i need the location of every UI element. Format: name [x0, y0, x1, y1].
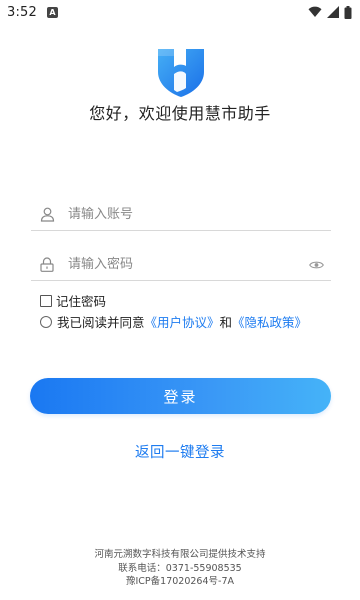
- notification-icon: A: [47, 6, 58, 18]
- status-bar: 3:52 A: [0, 0, 360, 24]
- one-click-login-link[interactable]: 返回一键登录: [0, 441, 360, 462]
- agreement-radio[interactable]: [40, 315, 52, 328]
- signal-icon: [327, 6, 339, 18]
- login-button[interactable]: 登录: [30, 378, 331, 414]
- password-input[interactable]: [68, 250, 309, 279]
- agreement-conjunction: 和: [219, 315, 233, 330]
- welcome-text: 您好，欢迎使用慧市助手: [89, 104, 271, 123]
- login-screen: 3:52 A 您好，欢迎使用慧市助手 请输入账号 记住密码 我已阅读并同意 《用…: [0, 0, 360, 600]
- app-logo: [155, 44, 207, 98]
- user-icon: [39, 207, 55, 223]
- status-icons: [308, 5, 352, 19]
- wifi-icon: [308, 6, 322, 17]
- account-field[interactable]: [31, 199, 331, 231]
- password-field[interactable]: [31, 249, 331, 281]
- footer-support: 河南元溯数字科技有限公司提供技术支持: [94, 549, 266, 560]
- remember-checkbox[interactable]: [40, 294, 52, 307]
- user-agreement-link[interactable]: 《用户协议》: [145, 312, 220, 331]
- footer-phone: 联系电话：0371-55908535: [118, 562, 242, 574]
- battery-icon: [344, 5, 352, 19]
- agreement-prefix: 我已阅读并同意: [57, 315, 145, 330]
- remember-label: 记住密码: [56, 294, 107, 309]
- footer-icp: 豫ICP备17020264号-7A: [126, 576, 234, 587]
- lock-icon: [39, 257, 55, 273]
- agreement-row[interactable]: 我已阅读并同意 《用户协议》 和 《隐私政策》: [40, 312, 307, 331]
- status-time: 3:52: [7, 4, 37, 20]
- eye-icon[interactable]: [309, 257, 325, 273]
- footer: 河南元溯数字科技有限公司提供技术支持 联系电话：0371-55908535 豫I…: [0, 548, 360, 589]
- remember-password[interactable]: 记住密码: [40, 291, 106, 310]
- account-input[interactable]: [68, 200, 331, 229]
- privacy-policy-link[interactable]: 《隐私政策》: [232, 312, 307, 331]
